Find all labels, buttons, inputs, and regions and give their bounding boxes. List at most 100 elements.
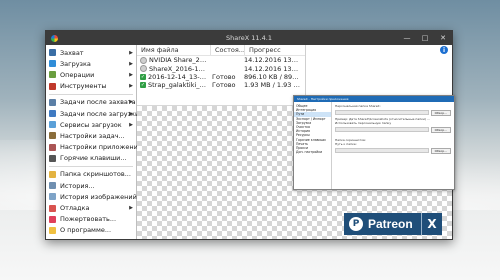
preview-dialog-body: Общее Интеграция Пути Экспорт / Импорт Загру… (294, 102, 454, 189)
cell-filename: ✓Strap_galaktiki_2014_T... (137, 81, 209, 89)
sidebar-item-camera[interactable]: Захват ▶ (46, 47, 136, 58)
table-row[interactable]: NVIDIA Share_2016-12-... 14.12.2016 13:40… (137, 56, 305, 64)
preview-dialog-field (335, 110, 429, 115)
sidebar-item-debug[interactable]: Отладка ▶ (46, 202, 136, 213)
patreon-banner[interactable]: P Patreon X (344, 213, 442, 235)
cell-status: Готово (212, 81, 236, 90)
sidebar-item-label: Настройки задач... (60, 131, 125, 140)
pending-icon (140, 65, 147, 73)
submenu-arrow-icon: ▶ (129, 205, 133, 212)
menu-separator (49, 93, 133, 95)
cell-progress: 1.93 MB / 1.93 MB (244, 81, 300, 90)
sidebar-item-tools[interactable]: Инструменты ▶ (46, 81, 136, 92)
destinations-icon (49, 121, 56, 129)
submenu-arrow-icon: ▶ (129, 83, 133, 90)
camera-icon (49, 49, 56, 57)
about-icon (49, 226, 56, 234)
column-header-filename[interactable]: Имя файла (137, 45, 210, 55)
sidebar-item-label: Горячие клавиши... (60, 154, 127, 163)
submenu-arrow-icon: ▶ (129, 49, 133, 56)
cell-progress: 14.12.2016 13:41:48 (244, 64, 300, 73)
checkmark-icon: ✓ (140, 73, 146, 80)
sidebar-item-app-settings[interactable]: Настройки приложения... (46, 142, 148, 153)
debug-icon (49, 204, 56, 212)
sidebar-item-label: Пожертвовать... (60, 215, 117, 224)
sidebar-item-destinations[interactable]: Сервисы загрузок ▶ (46, 119, 136, 130)
sidebar-item-after-capture[interactable]: Задачи после захвата ▶ (46, 97, 136, 108)
preview-dialog-nav-item: Доп. настройки (296, 150, 323, 155)
donate-icon (49, 215, 56, 223)
menu-separator (49, 165, 133, 167)
table-row[interactable]: ShareX_2016-12-14_13-... 14.12.2016 13:41… (137, 64, 305, 73)
sidebar-item-label: Инструменты (60, 82, 107, 91)
column-header-progress[interactable]: Прогресс (244, 45, 305, 55)
sidebar-item-upload[interactable]: Загрузка ▶ (46, 58, 136, 69)
cell-filename: ShareX_2016-12-14_13-... (137, 65, 209, 73)
patreon-label: Patreon (368, 217, 413, 231)
after-upload-icon (49, 110, 56, 118)
checkmark-icon: ✓ (140, 82, 146, 89)
preview-dialog-browse-button: Обзор... (430, 126, 451, 133)
tools-icon (49, 82, 56, 90)
sidebar-item-hotkeys[interactable]: Горячие клавиши... (46, 153, 136, 164)
sidebar-item-label: Задачи после захвата (60, 98, 136, 107)
sidebar-item-after-upload[interactable]: Задачи после загрузки ▶ (46, 108, 140, 119)
sidebar-item-label: Задачи после загрузки (60, 109, 140, 118)
sidebar-item-label: История... (60, 181, 95, 190)
column-header-status[interactable]: Состоя... (210, 45, 245, 55)
filename-text: ShareX_2016-12-14_13-... (149, 64, 209, 73)
sidebar-item-task-settings[interactable]: Настройки задач... (46, 130, 136, 141)
sidebar-item-donate[interactable]: Пожертвовать... (46, 214, 136, 225)
patreon-x-label: X (421, 213, 442, 235)
info-icon[interactable]: i (440, 46, 448, 54)
sidebar-item-label: История изображений... (60, 192, 144, 201)
sidebar-item-label: Отладка (60, 204, 90, 213)
sidebar-item-label: Настройки приложения... (60, 143, 148, 152)
filename-text: Strap_galaktiki_2014_T... (148, 81, 209, 90)
cell-status: Готово (212, 72, 236, 81)
sidebar-item-label: Сервисы загрузок (60, 120, 122, 129)
preview-dialog-content: Персональная папка ShareX: Обзор... Прим… (332, 102, 454, 189)
cell-filename: ✓2016-12-14_13-46-46.gif (137, 73, 209, 81)
task-list: Имя файла Состоя... Прогресс NVIDIA Shar… (137, 45, 306, 105)
window-title: ShareX 11.4.1 (226, 34, 272, 42)
sidebar-item-label: Папка скриншотов... (60, 170, 131, 179)
sidebar-item-about[interactable]: О программе... (46, 225, 136, 236)
preview-dialog-field (335, 148, 429, 153)
upload-icon (49, 60, 56, 68)
task-settings-icon (49, 132, 56, 140)
folder-icon (49, 170, 56, 178)
task-list-header: Имя файла Состоя... Прогресс (137, 45, 305, 56)
pending-icon (140, 56, 147, 64)
title-bar[interactable]: ShareX 11.4.1 — □ ✕ (46, 31, 452, 45)
task-list-rows: NVIDIA Share_2016-12-... 14.12.2016 13:40… (137, 56, 305, 90)
submenu-arrow-icon: ▶ (129, 110, 133, 117)
preview-dialog-browse-button: Обзор... (430, 109, 451, 116)
after-capture-icon (49, 98, 56, 106)
preview-screenshot: ShareX - Настройки приложения Общее Интег… (293, 95, 455, 190)
submenu-arrow-icon: ▶ (129, 121, 133, 128)
sidebar-item-label: О программе... (60, 226, 112, 235)
submenu-arrow-icon: ▶ (129, 99, 133, 106)
cell-progress: 14.12.2016 13:40:48 (244, 56, 300, 65)
sidebar-item-history[interactable]: История... (46, 180, 136, 191)
preview-dialog-nav: Общее Интеграция Пути Экспорт / Импорт Загру… (294, 102, 332, 189)
app-settings-icon (49, 143, 56, 151)
table-row[interactable]: ✓Strap_galaktiki_2014_T...Готово 1.93 MB … (137, 81, 305, 89)
hotkeys-icon (49, 154, 56, 162)
filename-text: NVIDIA Share_2016-12-... (149, 56, 209, 65)
submenu-arrow-icon: ▶ (129, 60, 133, 67)
sidebar-item-label: Загрузка (60, 59, 91, 68)
submenu-arrow-icon: ▶ (129, 71, 133, 78)
sidebar-item-label: Захват (60, 48, 84, 57)
cell-progress: 896.10 KB / 896.10 KB (244, 72, 300, 81)
sidebar-item-label: Операции (60, 70, 95, 79)
table-row[interactable]: ✓2016-12-14_13-46-46.gifГотово 896.10 KB … (137, 73, 305, 81)
sidebar-item-folder[interactable]: Папка скриншотов... (46, 169, 136, 180)
workflows-icon (49, 71, 56, 79)
sidebar-item-image-history[interactable]: История изображений... (46, 191, 143, 202)
filename-text: 2016-12-14_13-46-46.gif (148, 72, 209, 81)
preview-dialog-browse-button: Обзор... (430, 147, 451, 154)
sidebar-item-workflows[interactable]: Операции ▶ (46, 69, 136, 80)
history-icon (49, 182, 56, 190)
